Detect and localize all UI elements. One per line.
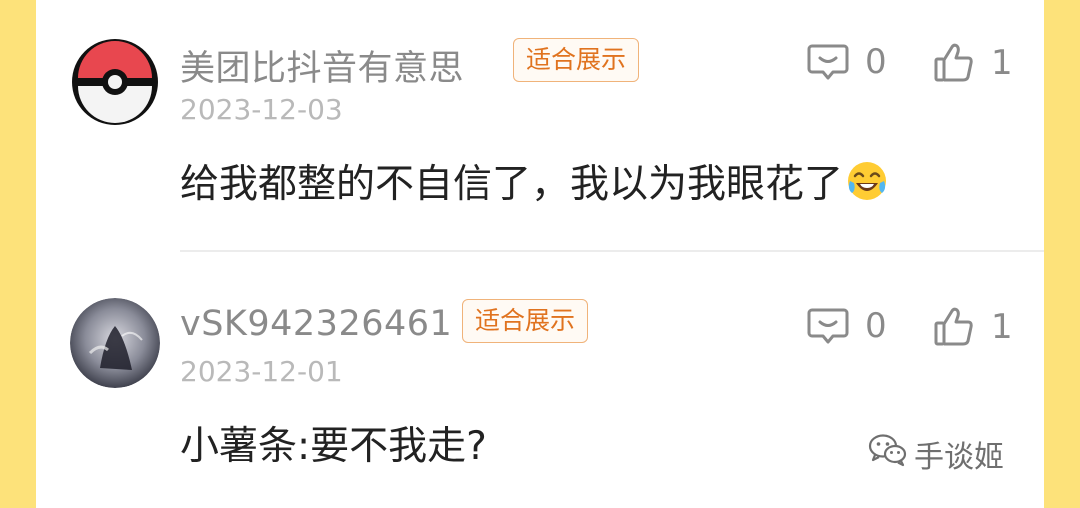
tears-of-joy-emoji-icon — [845, 159, 889, 203]
status-badge: 适合展示 — [462, 299, 589, 343]
comment-icon — [807, 306, 849, 346]
username[interactable]: 美团比抖音有意思 — [180, 40, 464, 91]
reply-button[interactable]: 0 — [807, 42, 887, 82]
status-badge: 适合展示 — [513, 38, 640, 82]
like-count: 1 — [991, 43, 1013, 83]
wechat-icon — [868, 433, 908, 475]
screenshot-frame: 美团比抖音有意思 适合展示 2023-12-03 0 1 给我都整的不自信了，我… — [0, 0, 1080, 508]
avatar[interactable] — [70, 37, 160, 127]
comment-icon — [807, 42, 849, 82]
watermark: 手谈姬 — [868, 432, 1004, 476]
avatar[interactable] — [70, 298, 160, 388]
comment-item: 美团比抖音有意思 适合展示 2023-12-03 0 1 给我都整的不自信了，我… — [36, 0, 1044, 252]
like-button[interactable]: 1 — [933, 306, 1013, 348]
watermark-label: 手谈姬 — [914, 440, 1004, 475]
thumbs-up-icon — [933, 306, 975, 348]
comment-list: 美团比抖音有意思 适合展示 2023-12-03 0 1 给我都整的不自信了，我… — [36, 0, 1044, 508]
reply-button[interactable]: 0 — [807, 306, 887, 346]
like-count: 1 — [991, 307, 1013, 347]
comment-date: 2023-12-03 — [180, 93, 343, 126]
username[interactable]: vSK942326461 — [180, 304, 452, 344]
comment-text: 给我都整的不自信了，我以为我眼花了 — [180, 153, 889, 209]
comment-text: 小薯条:要不我走? — [180, 424, 487, 469]
like-button[interactable]: 1 — [933, 42, 1013, 84]
comment-text-content: 给我都整的不自信了，我以为我眼花了 — [180, 162, 844, 207]
reply-count: 0 — [865, 42, 887, 82]
dark-photo-avatar-icon — [70, 298, 160, 388]
thumbs-up-icon — [933, 42, 975, 84]
pokeball-icon — [72, 39, 158, 125]
reply-count: 0 — [865, 306, 887, 346]
comment-date: 2023-12-01 — [180, 355, 343, 388]
